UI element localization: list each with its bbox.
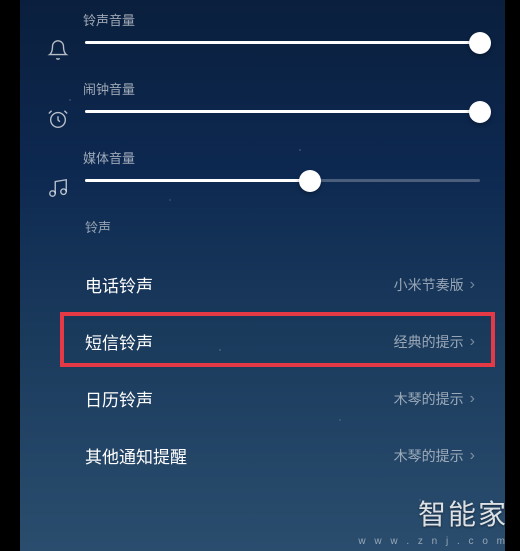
alarm-volume-thumb[interactable] — [469, 101, 491, 123]
bell-icon — [47, 39, 69, 61]
other-notification-item[interactable]: 其他通知提醒 木琴的提示 › — [45, 427, 480, 484]
ringtone-volume-slider[interactable] — [85, 41, 480, 44]
media-volume-thumb[interactable] — [299, 170, 321, 192]
ringtone-section-header: 铃声 — [45, 217, 480, 236]
chevron-right-icon: › — [470, 447, 475, 465]
alarm-volume-section: 闹钟音量 — [45, 79, 480, 113]
media-volume-slider[interactable] — [85, 179, 480, 182]
phone-ringtone-label: 电话铃声 — [85, 272, 153, 297]
alarm-volume-slider[interactable] — [85, 110, 480, 113]
phone-ringtone-item[interactable]: 电话铃声 小米节奏版 › — [45, 256, 480, 313]
chevron-right-icon: › — [470, 390, 475, 408]
sms-ringtone-value: 经典的提示 › — [394, 332, 475, 352]
ringtone-volume-section: 铃声音量 — [45, 10, 480, 44]
calendar-ringtone-value: 木琴的提示 › — [394, 389, 475, 409]
ringtone-volume-label: 铃声音量 — [83, 10, 480, 29]
sms-ringtone-item[interactable]: 短信铃声 经典的提示 › — [45, 313, 480, 370]
music-note-icon — [47, 177, 69, 199]
calendar-ringtone-label: 日历铃声 — [85, 386, 153, 411]
phone-ringtone-value: 小米节奏版 › — [394, 275, 475, 295]
sms-ringtone-label: 短信铃声 — [85, 329, 153, 354]
watermark-text: 智能家 — [418, 493, 508, 533]
watermark-url: w w w . z n j . c o m — [358, 536, 508, 547]
alarm-clock-icon — [47, 108, 69, 130]
media-volume-section: 媒体音量 — [45, 148, 480, 182]
media-volume-label: 媒体音量 — [83, 148, 480, 167]
alarm-volume-label: 闹钟音量 — [83, 79, 480, 98]
chevron-right-icon: › — [470, 276, 475, 294]
chevron-right-icon: › — [470, 333, 475, 351]
other-notification-value: 木琴的提示 › — [394, 446, 475, 466]
other-notification-label: 其他通知提醒 — [85, 443, 187, 468]
calendar-ringtone-item[interactable]: 日历铃声 木琴的提示 › — [45, 370, 480, 427]
ringtone-volume-thumb[interactable] — [469, 32, 491, 54]
